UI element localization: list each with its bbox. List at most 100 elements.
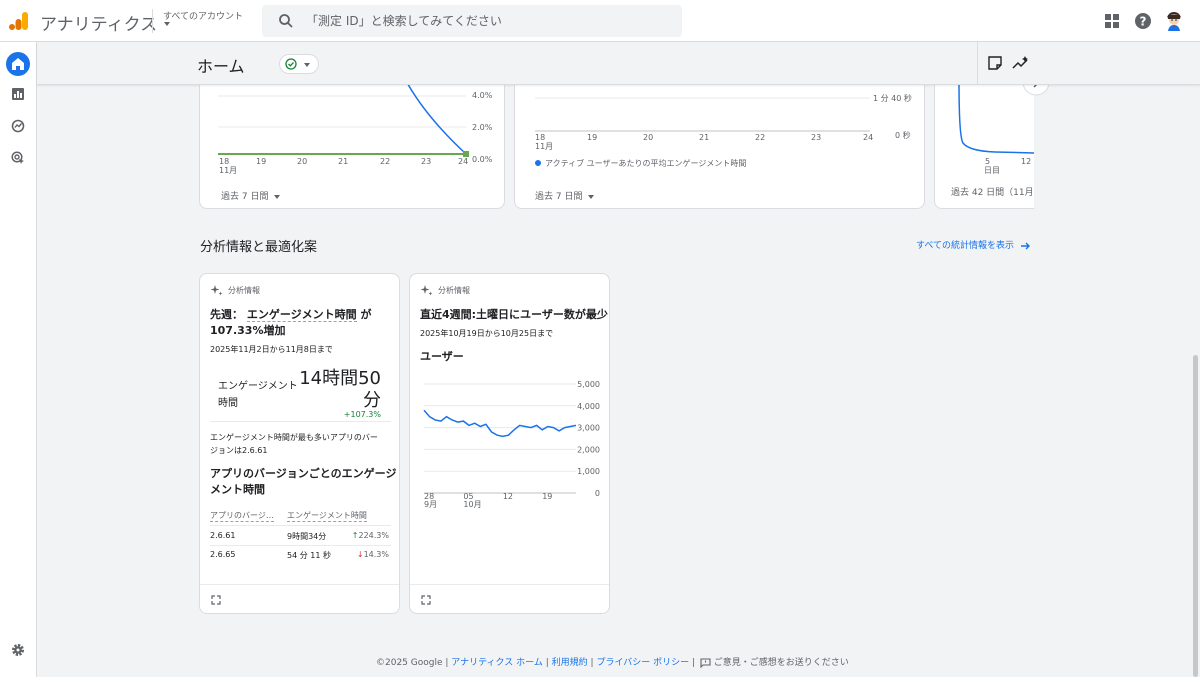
nav-advertising[interactable] — [6, 146, 30, 170]
sparkle-icon — [210, 285, 223, 296]
nav-reports[interactable] — [6, 82, 30, 106]
divider — [410, 584, 609, 585]
x-tick-month: 11月 — [219, 166, 238, 175]
metric-label: エンゲージメント — [218, 381, 298, 392]
expand-icon[interactable] — [421, 595, 431, 605]
metric-card-3: 5 日目 12 過去 42 日間（11月 24 — [934, 70, 1034, 209]
divider — [210, 421, 391, 422]
nav-admin[interactable] — [6, 638, 30, 662]
chevron-down-icon[interactable] — [164, 22, 170, 26]
date-range-selector[interactable]: 過去 7 日間 — [535, 189, 595, 202]
check-circle-icon — [285, 58, 297, 70]
avatar[interactable] — [1164, 11, 1184, 31]
copyright: ©2025 Google — [376, 658, 443, 668]
chevron-down-icon — [304, 63, 310, 67]
arrow-right-icon — [1020, 242, 1030, 249]
insights-icon[interactable] — [1012, 55, 1030, 71]
feedback-icon — [700, 657, 711, 668]
x-tick-label: 12 — [1021, 157, 1032, 166]
nav-home[interactable] — [6, 52, 30, 76]
insight-type-label: 分析情報 — [438, 286, 470, 295]
insight-title-line2: 107.33%増加 — [210, 324, 286, 337]
time-cell: 9時間34分 — [287, 532, 327, 541]
series-line — [404, 78, 467, 155]
footer-link-terms[interactable]: 利用規約 — [552, 658, 588, 668]
title-prefix: 先週： — [210, 308, 243, 321]
time-cell: 54 分 11 秒 — [287, 551, 331, 560]
help-icon[interactable]: ? — [1133, 11, 1153, 31]
svg-text:?: ? — [1140, 15, 1147, 29]
title-suffix: が — [360, 308, 372, 321]
x-tick-label: 21 — [699, 133, 710, 142]
feedback-link[interactable]: ご意見・ご感想をお送りください — [714, 658, 849, 668]
page-header: ホーム — [37, 42, 1200, 85]
x-tick-label: 22 — [380, 157, 391, 166]
home-icon — [12, 58, 24, 70]
y-tick-label: 4,000 — [577, 402, 600, 411]
divider — [200, 584, 399, 585]
table-header[interactable]: エンゲージメント時間 — [287, 510, 367, 522]
x-tick-label: 23 — [421, 157, 432, 166]
legend-dot — [535, 160, 541, 166]
x-tick-label: 19 — [587, 133, 598, 142]
insight-date-range: 2025年10月19日から10月25日まで — [420, 329, 554, 338]
version-cell: 2.6.61 — [210, 531, 236, 540]
chevron-down-icon — [274, 194, 281, 199]
vertical-scrollbar[interactable] — [1193, 355, 1198, 677]
metric-chart-2 — [535, 97, 870, 132]
x-tick-label: 19 — [542, 492, 552, 501]
y-tick-label: 0 秒 — [895, 131, 911, 140]
search-icon — [279, 14, 293, 28]
footer-link-analytics-home[interactable]: アナリティクス ホーム — [451, 658, 543, 668]
insight-card-2[interactable]: 分析情報 直近4週間:土曜日にユーザー数が最少 2025年10月19日から10月… — [409, 273, 610, 614]
divider — [210, 525, 391, 526]
x-tick-label: 23 — [811, 133, 822, 142]
version-cell: 2.6.65 — [210, 550, 236, 559]
series-line — [423, 409, 577, 438]
date-range-label: 過去 7 日間 — [535, 192, 583, 202]
y-tick-label: 2,000 — [577, 445, 600, 454]
insight-type-label: 分析情報 — [228, 286, 260, 295]
divider — [977, 42, 978, 84]
x-tick-label: 20 — [643, 133, 654, 142]
metric-label-line2: 時間 — [218, 398, 238, 409]
sparkle-icon — [420, 285, 433, 296]
divider — [210, 545, 391, 546]
date-range-label[interactable]: 過去 42 日間（11月 24 — [951, 185, 1034, 198]
insight-card-1[interactable]: 分析情報 先週： エンゲージメント時間 が 107.33%増加 2025年11月… — [199, 273, 400, 614]
search-input[interactable] — [306, 5, 676, 37]
change-value: 14.3% — [363, 550, 389, 559]
x-tick-sub: 日目 — [984, 166, 1000, 175]
arrow-down-icon: ↓ — [356, 550, 364, 559]
apps-grid-icon[interactable] — [1102, 11, 1122, 31]
metric-name[interactable]: エンゲージメント時間 — [246, 308, 357, 322]
table-header[interactable]: アプリのバージ… — [210, 510, 274, 522]
y-tick-label: 4.0% — [472, 91, 493, 100]
y-tick-label: 3,000 — [577, 424, 600, 433]
metric-chart-1 — [218, 78, 469, 157]
target-cursor-icon — [11, 151, 24, 164]
date-range-label: 過去 7 日間 — [221, 192, 269, 202]
page-footer: ©2025 Google | アナリティクス ホーム | 利用規約 | プライバ… — [376, 657, 849, 668]
view-all-insights-link[interactable]: すべての統計情報を表示 — [916, 238, 1031, 251]
insights-section-title: 分析情報と最適化案 — [200, 240, 318, 255]
insight-title: 直近4週間:土曜日にユーザー数が最少 — [420, 308, 608, 321]
property-status-chip[interactable] — [279, 54, 319, 74]
expand-icon[interactable] — [211, 595, 221, 605]
analytics-logo[interactable] — [9, 11, 29, 31]
metric-card-1: 4.0% 2.0% 0.0% 18 11月 19 20 21 22 23 24 … — [199, 70, 505, 209]
date-range-selector[interactable]: 過去 7 日間 — [221, 189, 281, 202]
note-icon[interactable] — [987, 55, 1003, 71]
x-tick-label: 24 — [863, 133, 874, 142]
metric-value-line2: 分 — [363, 390, 381, 411]
footer-link-privacy[interactable]: プライバシー ポリシー — [596, 658, 689, 668]
top-app-bar: アナリティクス すべてのアカウント ? — [0, 0, 1200, 42]
account-selector[interactable]: すべてのアカウント — [163, 9, 243, 22]
search-bar[interactable] — [262, 5, 682, 37]
x-tick-month: 9月 — [424, 500, 437, 509]
users-line-chart: 5,0004,0003,0002,0001,0000289月0510月12 19 — [423, 380, 600, 509]
x-tick-label: 24 — [458, 157, 469, 166]
change-cell: ↑224.3% — [352, 531, 389, 540]
nav-explore[interactable] — [6, 114, 30, 138]
gear-icon — [12, 644, 24, 656]
